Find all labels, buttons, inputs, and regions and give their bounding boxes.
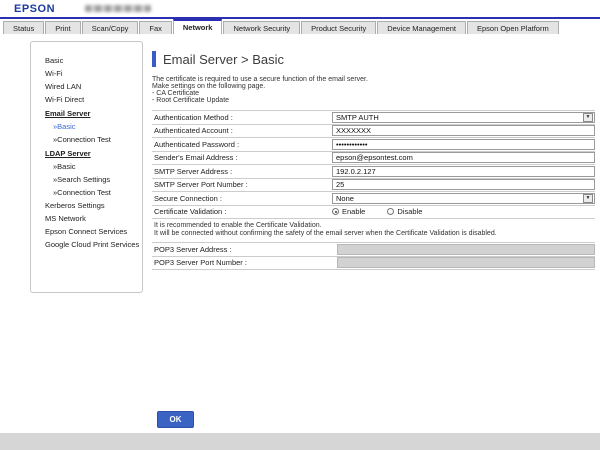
sidebar-item-email-server-basic[interactable]: »Basic xyxy=(45,120,138,133)
printer-model-blurred xyxy=(85,5,151,12)
field-label: SMTP Server Port Number : xyxy=(152,180,332,189)
form-row-authentication-method: Authentication Method : SMTP AUTH ▼ xyxy=(152,110,595,124)
sidebar-item-ms-network[interactable]: MS Network xyxy=(45,212,138,225)
sidebar-item-email-server-connection-test[interactable]: »Connection Test xyxy=(45,133,138,146)
field-label: POP3 Server Port Number : xyxy=(152,258,332,267)
field-label: Authenticated Password : xyxy=(152,140,332,149)
senders-email-address-input[interactable] xyxy=(332,152,595,163)
field-label: POP3 Server Address : xyxy=(152,245,332,254)
smtp-server-address-input[interactable] xyxy=(332,166,595,177)
note-line: It is recommended to enable the Certific… xyxy=(154,222,595,230)
description-line: The certificate is required to use a sec… xyxy=(152,76,595,83)
field-label: Secure Connection : xyxy=(152,194,332,203)
sidebar-section-email-server[interactable]: Email Server xyxy=(45,107,138,120)
sidebar-item-epson-connect-services[interactable]: Epson Connect Services xyxy=(45,225,138,238)
sidebar-item-ldap-search-settings[interactable]: »Search Settings xyxy=(45,173,138,186)
form-row-secure-connection: Secure Connection : None ▼ xyxy=(152,191,595,205)
form-row-smtp-server-address: SMTP Server Address : xyxy=(152,164,595,178)
sidebar-item-kerberos-settings[interactable]: Kerberos Settings xyxy=(45,199,138,212)
certificate-validation-enable-radio[interactable]: Enable xyxy=(332,207,365,216)
authenticated-account-input[interactable] xyxy=(332,125,595,136)
header: EPSON xyxy=(0,0,600,17)
sidebar-item-ldap-basic[interactable]: »Basic xyxy=(45,160,138,173)
note-line: It will be connected without confirming … xyxy=(154,230,595,238)
tab-status[interactable]: Status xyxy=(3,21,44,34)
sidebar-nav: Basic Wi-Fi Wired LAN Wi-Fi Direct Email… xyxy=(30,41,143,293)
field-label: SMTP Server Address : xyxy=(152,167,332,176)
tab-network-security[interactable]: Network Security xyxy=(223,21,300,34)
smtp-server-port-input[interactable] xyxy=(332,179,595,190)
form-row-certificate-validation: Certificate Validation : Enable Disable xyxy=(152,205,595,219)
secure-connection-select[interactable]: None ▼ xyxy=(332,193,595,204)
certificate-validation-note: It is recommended to enable the Certific… xyxy=(152,218,595,242)
radio-label: Disable xyxy=(397,207,422,216)
email-server-form: Authentication Method : SMTP AUTH ▼ Auth… xyxy=(152,110,595,270)
authenticated-password-input[interactable] xyxy=(332,139,595,150)
tab-scan-copy[interactable]: Scan/Copy xyxy=(82,21,139,34)
sidebar-item-basic[interactable]: Basic xyxy=(45,54,138,67)
sidebar-item-wired-lan[interactable]: Wired LAN xyxy=(45,80,138,93)
form-row-pop3-server-address: POP3 Server Address : xyxy=(152,242,595,256)
pop3-server-port-input xyxy=(337,257,595,268)
form-row-authenticated-password: Authenticated Password : xyxy=(152,137,595,151)
epson-logo: EPSON xyxy=(14,3,55,15)
tab-print[interactable]: Print xyxy=(45,21,80,34)
authentication-method-select[interactable]: SMTP AUTH ▼ xyxy=(332,112,595,123)
certificate-validation-radio-group: Enable Disable xyxy=(332,207,422,216)
form-row-smtp-server-port: SMTP Server Port Number : xyxy=(152,178,595,192)
form-row-senders-email-address: Sender's Email Address : xyxy=(152,151,595,165)
field-label: Sender's Email Address : xyxy=(152,153,332,162)
tab-epson-open-platform[interactable]: Epson Open Platform xyxy=(467,21,559,34)
page-title: Email Server > Basic xyxy=(163,52,284,67)
pop3-server-address-input xyxy=(337,244,595,255)
form-row-authenticated-account: Authenticated Account : xyxy=(152,124,595,138)
certificate-validation-disable-radio[interactable]: Disable xyxy=(387,207,422,216)
dropdown-arrow-icon: ▼ xyxy=(583,113,593,122)
ok-button[interactable]: OK xyxy=(157,411,194,428)
sidebar-section-ldap-server[interactable]: LDAP Server xyxy=(45,147,138,160)
description-line: Make settings on the following page. xyxy=(152,83,595,90)
tab-product-security[interactable]: Product Security xyxy=(301,21,376,34)
sidebar-item-ldap-connection-test[interactable]: »Connection Test xyxy=(45,186,138,199)
selected-value: SMTP AUTH xyxy=(333,113,379,122)
field-label: Authentication Method : xyxy=(152,113,332,122)
sidebar-item-wifi[interactable]: Wi-Fi xyxy=(45,67,138,80)
tab-network[interactable]: Network xyxy=(173,19,223,34)
main-panel: Email Server > Basic The certificate is … xyxy=(143,41,600,293)
web-config-page: EPSON Status Print Scan/Copy Fax Network… xyxy=(0,0,600,433)
radio-selected-icon xyxy=(332,208,339,215)
tab-fax[interactable]: Fax xyxy=(139,21,172,34)
content-area: Basic Wi-Fi Wired LAN Wi-Fi Direct Email… xyxy=(0,34,600,293)
sidebar-item-google-cloud-print-services[interactable]: Google Cloud Print Services xyxy=(45,238,138,251)
description-line: - CA Certificate xyxy=(152,90,595,97)
selected-value: None xyxy=(333,194,354,203)
sidebar-item-wifi-direct[interactable]: Wi-Fi Direct xyxy=(45,93,138,106)
title-accent-bar xyxy=(152,51,156,67)
tab-bar: Status Print Scan/Copy Fax Network Netwo… xyxy=(0,19,600,34)
radio-unselected-icon xyxy=(387,208,394,215)
title-row: Email Server > Basic xyxy=(152,51,595,67)
field-label: Authenticated Account : xyxy=(152,126,332,135)
form-row-pop3-server-port: POP3 Server Port Number : xyxy=(152,256,595,270)
dropdown-arrow-icon: ▼ xyxy=(583,194,593,203)
radio-label: Enable xyxy=(342,207,365,216)
field-label: Certificate Validation : xyxy=(152,207,332,216)
description-line: - Root Certificate Update xyxy=(152,97,595,104)
page-description: The certificate is required to use a sec… xyxy=(152,76,595,104)
tab-device-management[interactable]: Device Management xyxy=(377,21,466,34)
